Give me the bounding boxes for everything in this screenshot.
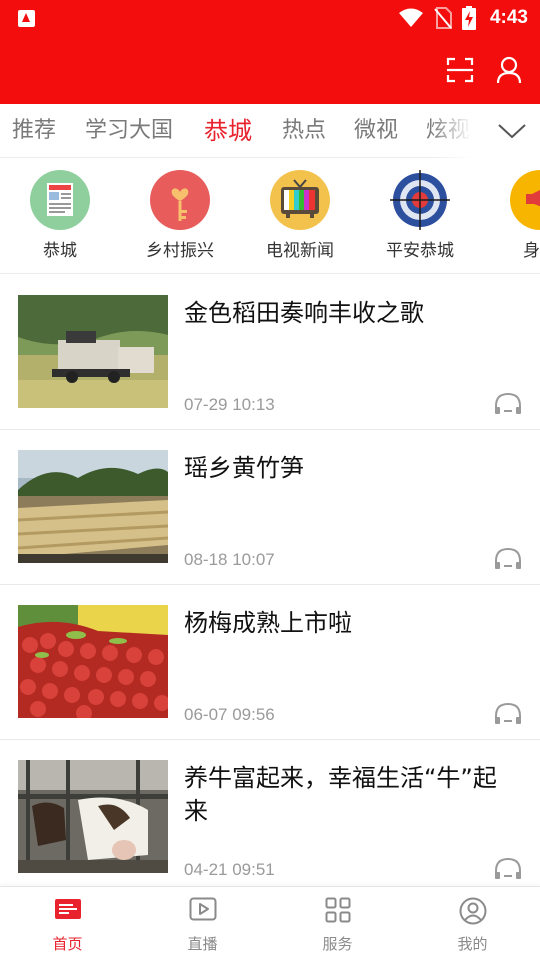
profile-icon bbox=[459, 897, 486, 925]
nav-services[interactable]: 服务 bbox=[270, 887, 405, 960]
nav-label: 服务 bbox=[322, 935, 353, 953]
nav-label: 直播 bbox=[187, 935, 218, 953]
news-list: 金色稻田奏响丰收之歌 07-29 10:13 瑶乡黄竹笋 08-18 10:07 bbox=[0, 275, 540, 895]
category-label: 平安恭城 bbox=[386, 241, 454, 261]
tab-gongcheng[interactable]: 恭城 bbox=[204, 104, 252, 158]
nav-label: 首页 bbox=[52, 935, 83, 953]
headphones-icon[interactable] bbox=[493, 856, 523, 880]
category-label: 乡村振兴 bbox=[146, 241, 214, 261]
more-tabs-button[interactable] bbox=[490, 104, 540, 158]
headphones-icon[interactable] bbox=[493, 701, 523, 725]
tab-micro-video[interactable]: 微视 bbox=[354, 104, 398, 158]
news-thumbnail-cattle bbox=[18, 760, 168, 873]
home-news-icon bbox=[54, 899, 81, 919]
news-time: 07-29 10:13 bbox=[184, 395, 275, 414]
channel-tabs: 推荐 学习大国 恭城 热点 微视 炫视 bbox=[0, 104, 540, 158]
battery-charging-icon bbox=[461, 6, 476, 30]
news-title: 金色稻田奏响丰收之歌 bbox=[184, 299, 424, 327]
chevron-down-icon bbox=[498, 124, 526, 139]
status-bar: 4:43 bbox=[0, 0, 540, 36]
category-tv-news[interactable]: 电视新闻 bbox=[240, 170, 360, 261]
tab-recommend[interactable]: 推荐 bbox=[12, 104, 56, 158]
category-label: 恭城 bbox=[43, 241, 77, 261]
nav-mine[interactable]: 我的 bbox=[405, 887, 540, 960]
tab-hot[interactable]: 热点 bbox=[282, 104, 326, 158]
bottom-nav: 首页 直播 服务 我的 bbox=[0, 886, 540, 960]
news-title: 瑶乡黄竹笋 bbox=[184, 454, 304, 482]
megaphone-icon bbox=[510, 170, 540, 230]
tab-study[interactable]: 学习大国 bbox=[85, 104, 173, 158]
app-notification-icon bbox=[18, 10, 35, 27]
wifi-icon bbox=[398, 8, 423, 27]
play-icon bbox=[189, 897, 216, 921]
status-indicators: 4:43 bbox=[398, 4, 528, 32]
news-time: 06-07 09:56 bbox=[184, 705, 275, 724]
nav-live[interactable]: 直播 bbox=[135, 887, 270, 960]
news-item[interactable]: 金色稻田奏响丰收之歌 07-29 10:13 bbox=[0, 275, 540, 430]
news-title: 杨梅成熟上市啦 bbox=[184, 609, 352, 637]
category-safe-gongcheng[interactable]: 平安恭城 bbox=[360, 170, 480, 261]
target-icon bbox=[390, 170, 450, 230]
key-icon bbox=[150, 170, 210, 230]
category-shortcuts: 恭城 乡村振兴 电视新闻 平安恭城 身 bbox=[0, 158, 540, 274]
app-header: 4:43 bbox=[0, 0, 540, 104]
headphones-icon[interactable] bbox=[493, 546, 523, 570]
user-icon[interactable] bbox=[496, 56, 522, 84]
category-label: 电视新闻 bbox=[266, 241, 334, 261]
news-item[interactable]: 瑶乡黄竹笋 08-18 10:07 bbox=[0, 430, 540, 585]
scan-icon[interactable] bbox=[446, 56, 474, 84]
headphones-icon[interactable] bbox=[493, 391, 523, 415]
grid-icon bbox=[325, 897, 350, 923]
news-thumbnail-bayberry bbox=[18, 605, 168, 718]
news-thumbnail-harvester bbox=[18, 295, 168, 408]
newspaper-icon bbox=[30, 170, 90, 230]
category-nearby[interactable]: 身边 bbox=[480, 170, 540, 261]
news-title: 养牛富起来，幸福生活“牛”起来 bbox=[184, 764, 497, 825]
category-rural-revitalization[interactable]: 乡村振兴 bbox=[120, 170, 240, 261]
news-item[interactable]: 杨梅成熟上市啦 06-07 09:56 bbox=[0, 585, 540, 740]
category-gongcheng[interactable]: 恭城 bbox=[0, 170, 120, 261]
nav-label: 我的 bbox=[457, 935, 488, 953]
no-sim-icon bbox=[434, 7, 452, 29]
news-time: 04-21 09:51 bbox=[184, 860, 275, 879]
news-item[interactable]: 养牛富起来，幸福生活“牛”起来 04-21 09:51 bbox=[0, 740, 540, 895]
category-label: 身边 bbox=[523, 241, 540, 261]
status-time: 4:43 bbox=[489, 7, 528, 28]
news-time: 08-18 10:07 bbox=[184, 550, 275, 569]
news-thumbnail-bamboo-shoots bbox=[18, 450, 168, 563]
tv-icon bbox=[270, 170, 330, 230]
nav-home[interactable]: 首页 bbox=[0, 887, 135, 960]
tab-fade bbox=[430, 104, 490, 158]
